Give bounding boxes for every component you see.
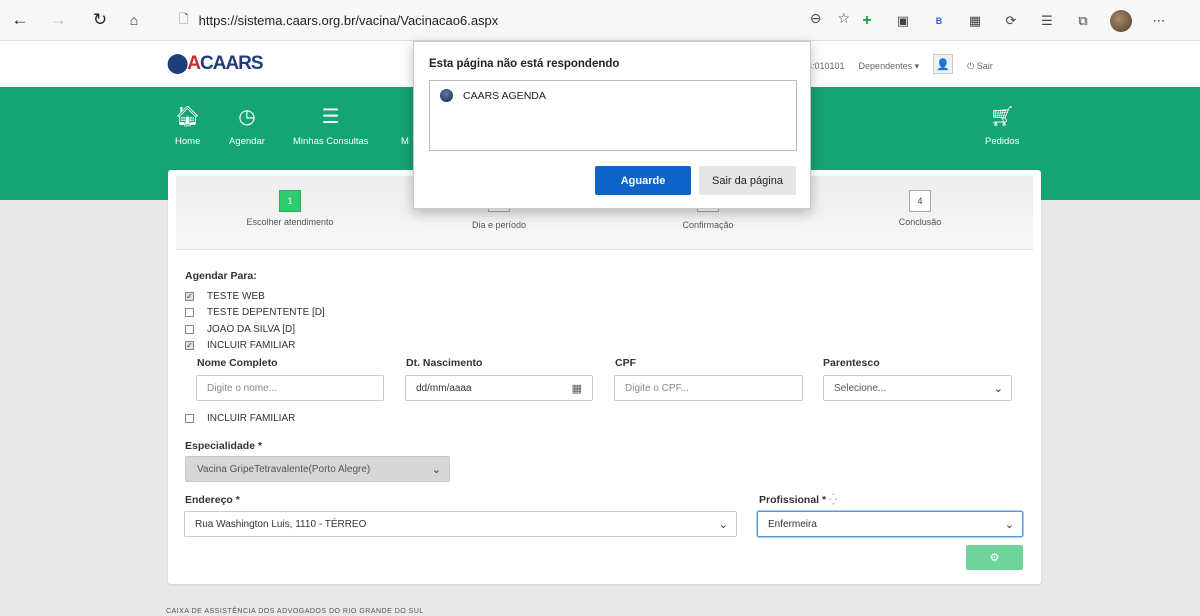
gear-icon: ⚙ (989, 552, 1000, 564)
loading-spinner-icon: ⁛ (829, 494, 838, 506)
nav-agendar[interactable]: ◷ Agendar (229, 105, 265, 147)
address-bar[interactable]: 🗋 https://sistema.caars.org.br/vacina/Va… (173, 8, 850, 33)
page-unresponsive-dialog: Esta página não está respondendo CAARS A… (413, 41, 811, 209)
relation-select[interactable]: Selecione... ⌄ (823, 375, 1012, 401)
specialty-label: Especialidade * (185, 440, 263, 452)
birth-date-input[interactable]: dd/mm/aaaa ▦ (405, 375, 593, 401)
wizard-step-4: 4 Conclusão (820, 190, 1020, 227)
professional-select[interactable]: Enfermeira ⌄ (757, 511, 1023, 537)
chevron-down-icon: ⌄ (431, 464, 441, 476)
cpf-input[interactable]: Digite o CPF... (614, 375, 803, 401)
checkbox[interactable] (185, 325, 194, 334)
logout-link[interactable]: ⏻ Sair (967, 61, 993, 72)
favorites-icon[interactable]: ☰ (1038, 12, 1056, 30)
checkbox[interactable] (185, 414, 194, 423)
extension-plus-icon[interactable]: + (858, 12, 876, 30)
dialog-title: Esta página não está respondendo (429, 58, 620, 70)
schedule-for-label: Agendar Para: (185, 270, 257, 282)
calendar-icon[interactable]: ▦ (572, 382, 582, 395)
dialog-page-list: CAARS AGENDA (429, 80, 797, 151)
back-button[interactable]: ← (8, 8, 32, 32)
chevron-down-icon: ⌄ (1004, 519, 1014, 531)
address-label: Endereço * (185, 494, 240, 506)
dependents-dropdown[interactable]: Dependentes ▾ (859, 61, 920, 72)
favorite-star-icon[interactable]: ☆ (837, 10, 850, 27)
checkbox-checked[interactable]: ✓ (185, 341, 194, 350)
specialty-select[interactable]: Vacina GripeTetravalente(Porto Alegre) ⌄ (185, 456, 450, 482)
footer-text: CAIXA DE ASSISTÊNCIA DOS ADVOGADOS DO RI… (166, 608, 424, 615)
leave-page-button[interactable]: Sair da página (699, 166, 796, 195)
person-joao-da-silva[interactable]: JOAO DA SILVA [D] (185, 324, 295, 335)
user-code: B:010101 (806, 61, 845, 71)
user-area: B:010101 Dependentes ▾ 👤 ⏻ Sair (806, 54, 993, 74)
extension-save-icon[interactable]: ▣ (894, 12, 912, 30)
wizard-step-1: 1 Escolher atendimento (190, 190, 390, 227)
collections-icon[interactable]: ⧉ (1074, 12, 1092, 30)
site-favicon-icon (440, 89, 453, 102)
browser-toolbar: ← → ↻ ⌂ 🗋 https://sistema.caars.org.br/v… (0, 0, 1200, 41)
forward-button[interactable]: → (46, 8, 70, 32)
profile-avatar[interactable] (1110, 10, 1132, 32)
cpf-label: CPF (615, 357, 636, 369)
nav-home[interactable]: 🏠︎ Home (175, 105, 200, 147)
list-icon: ☰ (321, 106, 340, 128)
nav-partial[interactable]: M (401, 105, 409, 147)
person-teste-web[interactable]: ✓ TESTE WEB (185, 291, 265, 302)
extension-b-icon[interactable]: B (930, 12, 948, 30)
include-family-option[interactable]: INCLUIR FAMILIAR (185, 413, 295, 424)
home-button[interactable]: ⌂ (122, 8, 146, 32)
wait-button[interactable]: Aguarde (595, 166, 691, 195)
page-info-icon[interactable]: 🗋 (179, 10, 189, 31)
chevron-down-icon: ⌄ (993, 383, 1003, 395)
checkbox[interactable] (185, 308, 194, 317)
extensions-icon[interactable]: ⟳ (1002, 12, 1020, 30)
chevron-down-icon: ⌄ (718, 519, 728, 531)
person-teste-dependente[interactable]: TESTE DEPENTENTE [D] (185, 307, 325, 318)
professional-label: Profissional * ⁛ (759, 494, 838, 506)
cart-icon: 🛒︎ (989, 106, 1015, 128)
person-incluir-familiar[interactable]: ✓ INCLUIR FAMILIAR (185, 340, 295, 351)
full-name-label: Nome Completo (197, 357, 278, 369)
caars-logo[interactable]: ⬤ACAARS (167, 52, 271, 76)
home-icon: 🏠︎ (175, 106, 201, 128)
nav-pedidos[interactable]: 🛒︎ Pedidos (985, 105, 1019, 147)
user-avatar-icon[interactable]: 👤 (933, 54, 954, 74)
extension-box-icon[interactable]: ▦ (966, 12, 984, 30)
relation-label: Parentesco (823, 357, 880, 369)
settings-button[interactable]: ⚙ (966, 545, 1023, 570)
url-text[interactable]: https://sistema.caars.org.br/vacina/Vaci… (199, 13, 499, 28)
more-menu-icon[interactable]: ⋯ (1150, 12, 1168, 30)
full-name-input[interactable]: Digite o nome... (196, 375, 384, 401)
clock-icon: ◷ (238, 106, 256, 128)
dialog-page-item[interactable]: CAARS AGENDA (440, 89, 546, 102)
address-select[interactable]: Rua Washington Luis, 1110 - TÉRREO ⌄ (184, 511, 737, 537)
checkbox-checked[interactable]: ✓ (185, 292, 194, 301)
zoom-icon[interactable]: ⊖ (810, 10, 822, 27)
refresh-button[interactable]: ↻ (88, 8, 112, 32)
birth-date-label: Dt. Nascimento (406, 357, 483, 369)
nav-minhas-consultas[interactable]: ☰ Minhas Consultas (293, 105, 369, 147)
